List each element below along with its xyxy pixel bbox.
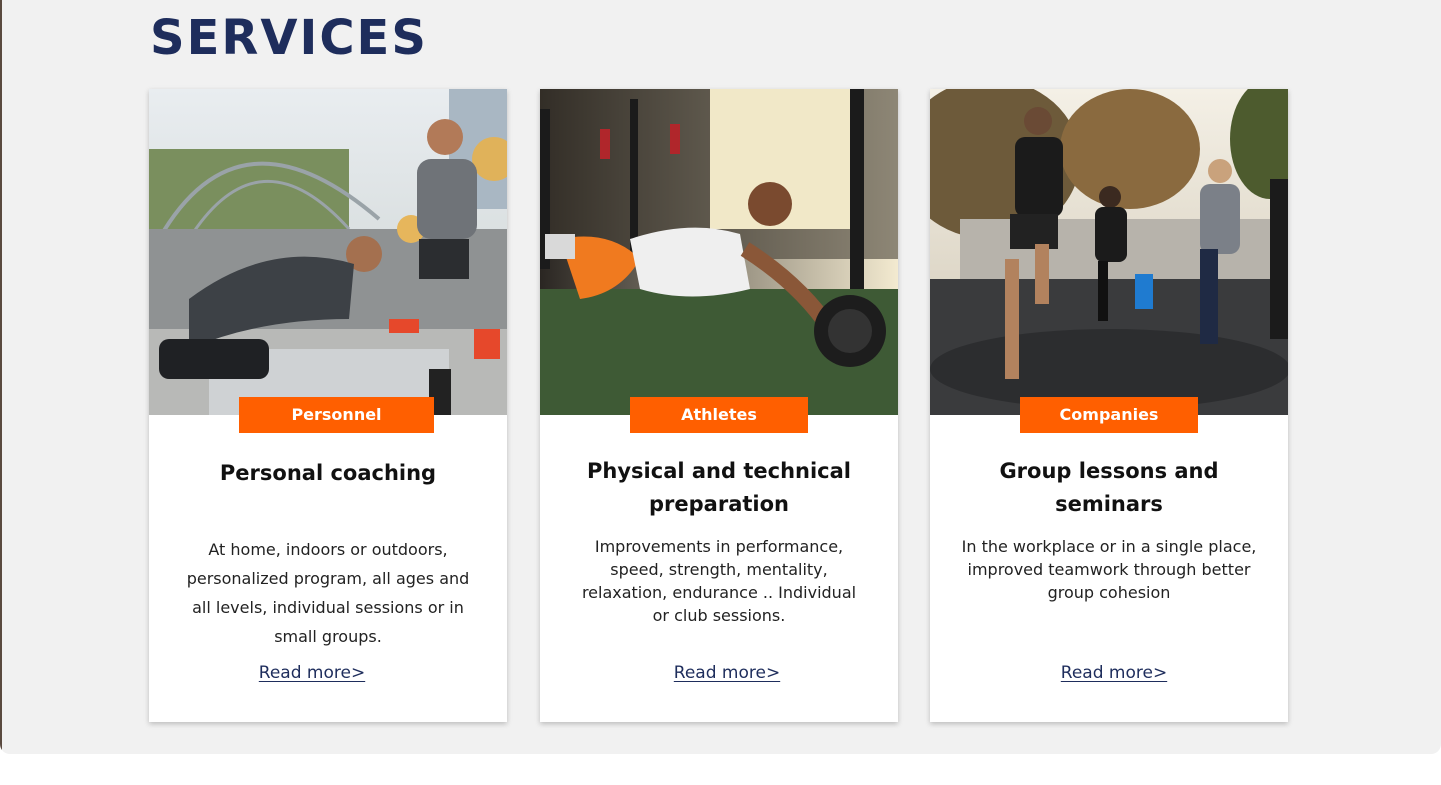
section-title: SERVICES <box>150 10 428 66</box>
card-title: Physical and technical preparation <box>587 459 851 516</box>
badge-athletes: Athletes <box>630 397 808 433</box>
read-more-link[interactable]: Read more> <box>133 663 491 683</box>
card-title: Personal coaching <box>219 461 437 485</box>
card-image-physical-preparation <box>540 89 898 415</box>
card-description: In the workplace or in a single place, i… <box>961 537 1257 602</box>
badge-companies: Companies <box>1020 397 1198 433</box>
card-title: Group lessons and seminars <box>999 459 1219 516</box>
service-card-athletes: Athletes Physical and technical preparat… <box>540 89 898 722</box>
read-more-link[interactable]: Read more> <box>548 663 906 683</box>
card-image-personal-coaching <box>149 89 507 415</box>
read-more-link[interactable]: Read more> <box>935 663 1293 683</box>
card-image-group-lessons <box>930 89 1288 415</box>
card-description: At home, indoors or outdoors, personaliz… <box>186 540 470 646</box>
service-card-companies: Companies Group lessons and seminars In … <box>930 89 1288 722</box>
badge-personnel: Personnel <box>239 397 434 433</box>
service-card-personnel: Personnel Personal coaching At home, ind… <box>149 89 507 722</box>
services-section: SERVICES Personnel Personal coaching At … <box>0 0 1441 754</box>
left-edge-strip <box>0 0 2 754</box>
card-description: Improvements in performance, speed, stre… <box>581 537 857 625</box>
